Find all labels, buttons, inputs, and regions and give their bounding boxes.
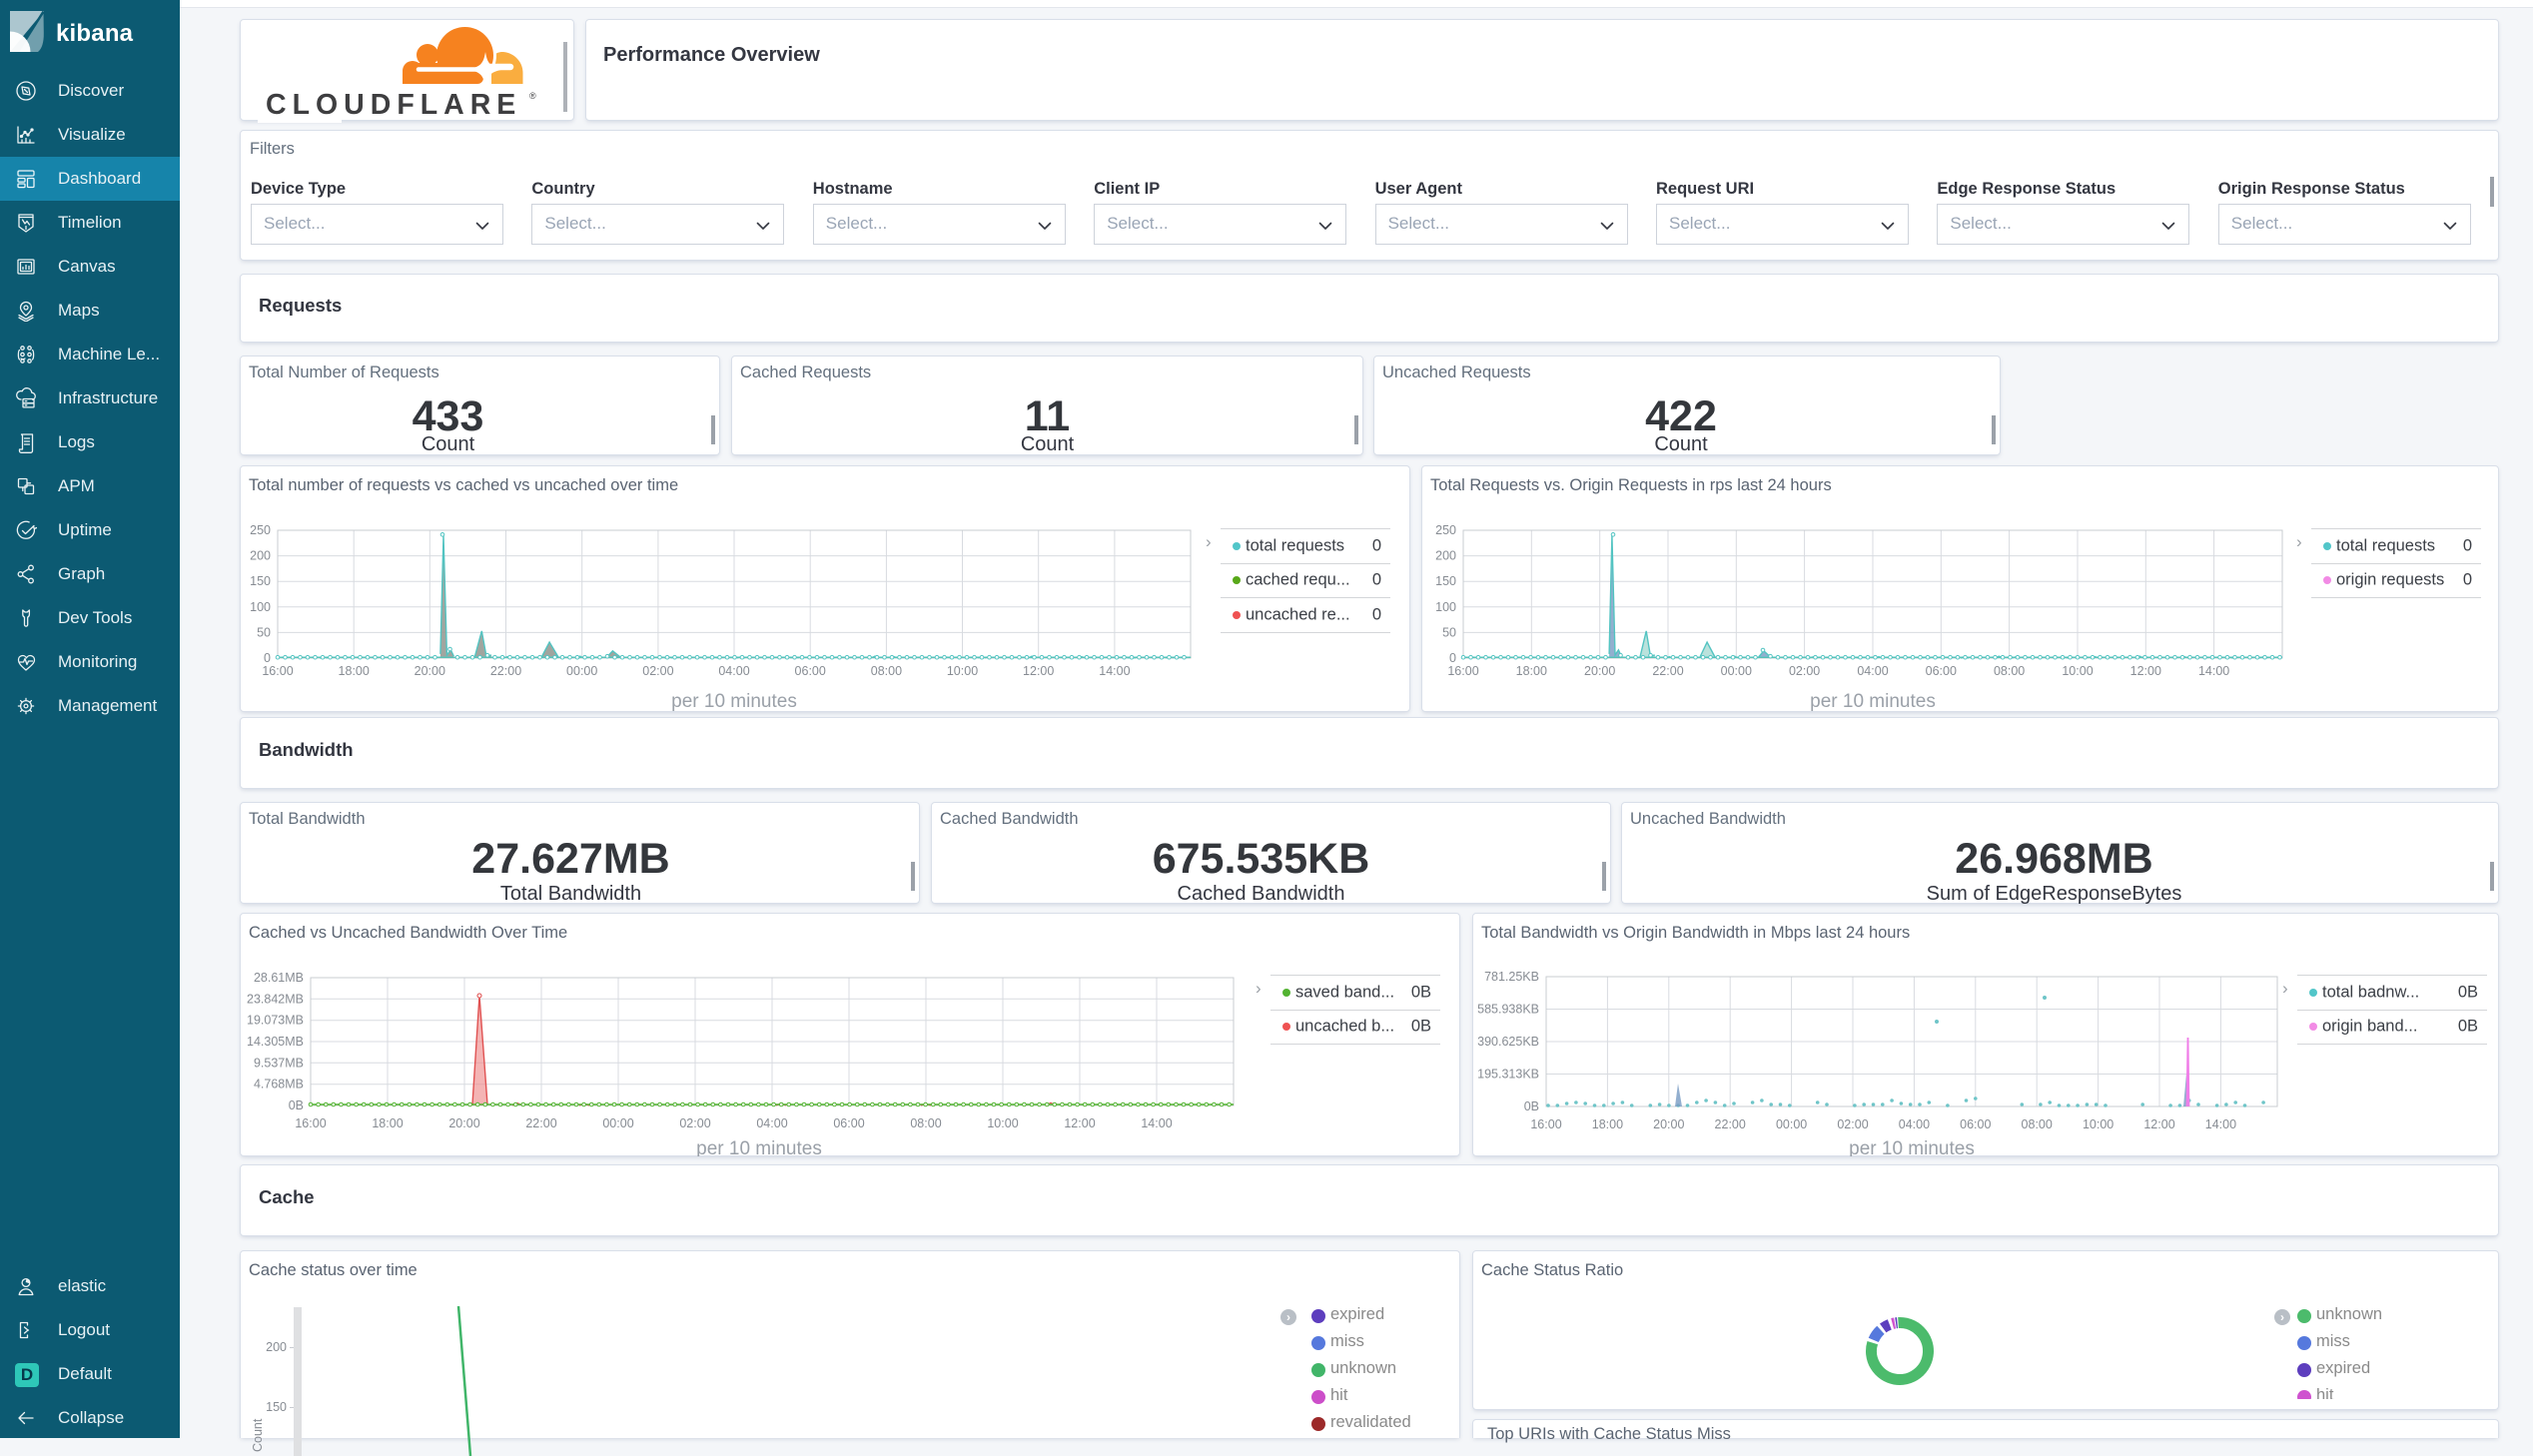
svg-text:22:00: 22:00 [1652, 664, 1683, 678]
svg-text:50: 50 [1442, 625, 1456, 639]
svg-text:195.313KB: 195.313KB [1477, 1068, 1539, 1082]
svg-text:12:00: 12:00 [1064, 1116, 1095, 1130]
svg-text:150: 150 [1435, 574, 1456, 588]
svg-text:19.073MB: 19.073MB [247, 1014, 304, 1028]
svg-text:23.842MB: 23.842MB [247, 992, 304, 1006]
svg-text:®: ® [529, 91, 536, 101]
svg-text:10:00: 10:00 [987, 1116, 1018, 1130]
svg-text:150: 150 [250, 574, 271, 588]
svg-text:08:00: 08:00 [2022, 1117, 2053, 1131]
svg-text:02:00: 02:00 [642, 664, 673, 678]
svg-text:18:00: 18:00 [339, 664, 370, 678]
svg-text:10:00: 10:00 [2083, 1117, 2113, 1131]
svg-text:14.305MB: 14.305MB [247, 1035, 304, 1049]
svg-text:08:00: 08:00 [871, 664, 902, 678]
svg-text:22:00: 22:00 [490, 664, 521, 678]
svg-text:28.61MB: 28.61MB [254, 971, 304, 985]
svg-text:06:00: 06:00 [833, 1116, 864, 1130]
svg-text:per 10 minutes: per 10 minutes [671, 691, 797, 712]
svg-text:04:00: 04:00 [1857, 664, 1888, 678]
svg-text:22:00: 22:00 [525, 1116, 556, 1130]
svg-text:06:00: 06:00 [1960, 1117, 1991, 1131]
svg-text:Count: Count [251, 1418, 265, 1452]
svg-text:781.25KB: 781.25KB [1484, 970, 1539, 984]
svg-text:02:00: 02:00 [679, 1116, 710, 1130]
svg-text:00:00: 00:00 [1776, 1117, 1807, 1131]
svg-text:10:00: 10:00 [2062, 664, 2093, 678]
svg-text:00:00: 00:00 [566, 664, 597, 678]
svg-text:02:00: 02:00 [1789, 664, 1820, 678]
svg-text:200: 200 [1435, 549, 1456, 563]
svg-text:04:00: 04:00 [718, 664, 749, 678]
svg-text:4.768MB: 4.768MB [254, 1078, 304, 1092]
svg-text:04:00: 04:00 [756, 1116, 787, 1130]
svg-text:585.938KB: 585.938KB [1477, 1003, 1539, 1017]
svg-text:14:00: 14:00 [2198, 664, 2229, 678]
svg-text:250: 250 [1435, 523, 1456, 537]
svg-text:20:00: 20:00 [448, 1116, 479, 1130]
svg-text:16:00: 16:00 [1530, 1117, 1561, 1131]
svg-text:14:00: 14:00 [1099, 664, 1130, 678]
svg-text:20:00: 20:00 [1584, 664, 1615, 678]
svg-text:100: 100 [1435, 600, 1456, 614]
svg-text:16:00: 16:00 [262, 664, 293, 678]
svg-text:0B: 0B [1524, 1099, 1539, 1113]
svg-text:50: 50 [257, 625, 271, 639]
svg-text:06:00: 06:00 [1926, 664, 1957, 678]
svg-text:0B: 0B [289, 1098, 304, 1112]
svg-text:12:00: 12:00 [1023, 664, 1054, 678]
svg-text:12:00: 12:00 [2130, 664, 2161, 678]
svg-text:200: 200 [250, 549, 271, 563]
svg-text:22:00: 22:00 [1715, 1117, 1746, 1131]
svg-text:18:00: 18:00 [372, 1116, 403, 1130]
svg-text:08:00: 08:00 [910, 1116, 941, 1130]
svg-text:200: 200 [266, 1340, 287, 1354]
svg-text:18:00: 18:00 [1516, 664, 1547, 678]
svg-text:0: 0 [1449, 651, 1456, 665]
svg-text:150: 150 [266, 1400, 287, 1414]
svg-text:16:00: 16:00 [295, 1116, 326, 1130]
svg-text:12:00: 12:00 [2143, 1117, 2174, 1131]
svg-text:02:00: 02:00 [1837, 1117, 1868, 1131]
svg-text:20:00: 20:00 [1653, 1117, 1684, 1131]
svg-text:18:00: 18:00 [1592, 1117, 1623, 1131]
svg-text:390.625KB: 390.625KB [1477, 1035, 1539, 1049]
svg-text:per 10 minutes: per 10 minutes [1810, 691, 1936, 712]
svg-text:per 10 minutes: per 10 minutes [696, 1138, 822, 1156]
svg-text:14:00: 14:00 [1141, 1116, 1172, 1130]
svg-text:06:00: 06:00 [795, 664, 826, 678]
svg-text:10:00: 10:00 [947, 664, 978, 678]
svg-text:0: 0 [264, 651, 271, 665]
svg-text:9.537MB: 9.537MB [254, 1056, 304, 1070]
svg-text:250: 250 [250, 523, 271, 537]
svg-text:04:00: 04:00 [1899, 1117, 1930, 1131]
svg-text:per 10 minutes: per 10 minutes [1849, 1138, 1975, 1156]
svg-text:14:00: 14:00 [2205, 1117, 2236, 1131]
svg-text:00:00: 00:00 [1721, 664, 1752, 678]
svg-text:08:00: 08:00 [1994, 664, 2025, 678]
svg-text:00:00: 00:00 [602, 1116, 633, 1130]
svg-text:20:00: 20:00 [415, 664, 445, 678]
svg-text:CLOUDFLARE: CLOUDFLARE [266, 90, 521, 120]
svg-text:100: 100 [250, 600, 271, 614]
svg-text:16:00: 16:00 [1447, 664, 1478, 678]
